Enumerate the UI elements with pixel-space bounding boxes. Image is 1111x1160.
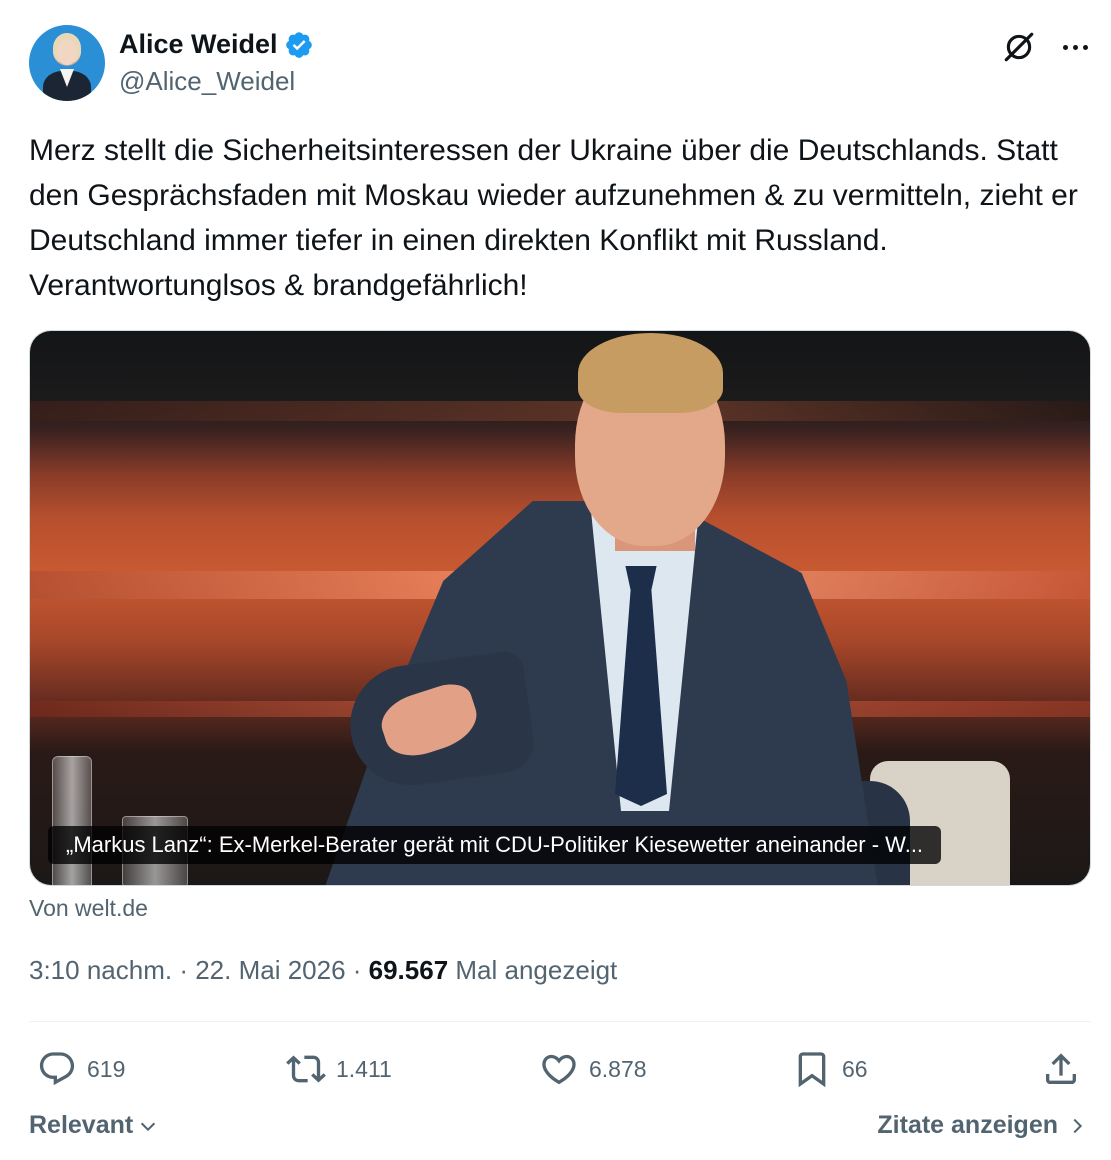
quotes-label: Zitate anzeigen bbox=[877, 1111, 1058, 1139]
share-icon bbox=[1046, 1053, 1076, 1084]
retweet-button[interactable]: 1.411 bbox=[286, 1044, 392, 1094]
author-block: Alice Weidel @Alice_Weidel bbox=[119, 29, 314, 97]
action-bar: 619 1.411 6.878 66 bbox=[29, 1044, 1091, 1094]
like-button[interactable]: 6.878 bbox=[539, 1044, 647, 1094]
link-card-title[interactable]: „Markus Lanz“: Ex-Merkel-Berater gerät m… bbox=[48, 826, 942, 864]
more-dot bbox=[1062, 44, 1068, 50]
view-quotes-link[interactable]: Zitate anzeigen bbox=[877, 1111, 1088, 1140]
views-count: 69.567 bbox=[368, 955, 449, 985]
sort-label: Relevant bbox=[29, 1111, 134, 1139]
tweet-header: Alice Weidel @Alice_Weidel bbox=[29, 25, 1091, 105]
author-display-name[interactable]: Alice Weidel bbox=[119, 29, 278, 60]
avatar[interactable] bbox=[29, 25, 105, 101]
verified-badge-icon[interactable] bbox=[284, 30, 314, 60]
water-carafe bbox=[52, 756, 92, 885]
like-icon bbox=[542, 1054, 576, 1085]
sort-replies-dropdown[interactable]: Relevant bbox=[29, 1111, 159, 1140]
share-button[interactable] bbox=[1041, 1044, 1081, 1094]
link-card-source[interactable]: Von welt.de bbox=[29, 895, 148, 922]
more-dot bbox=[1082, 44, 1088, 50]
retweet-icon bbox=[286, 1055, 326, 1083]
link-card-image bbox=[30, 331, 1090, 885]
bookmark-button[interactable]: 66 bbox=[792, 1044, 868, 1094]
tweet-text: Merz stellt die Sicherheitsinteressen de… bbox=[29, 134, 1078, 302]
tweet-date[interactable]: 22. Mai 2026 bbox=[195, 955, 345, 985]
grok-icon[interactable] bbox=[1002, 30, 1036, 64]
tweet-meta: 3:10 nachm. · 22. Mai 2026 · 69.567 Mal … bbox=[29, 955, 617, 986]
chevron-down-icon bbox=[141, 1122, 156, 1131]
studio-light-band bbox=[30, 401, 1090, 421]
meta-separator: · bbox=[345, 955, 369, 985]
bookmark-icon bbox=[798, 1052, 826, 1088]
reply-button[interactable]: 619 bbox=[37, 1044, 125, 1094]
bookmark-count: 66 bbox=[842, 1055, 868, 1082]
person-hair bbox=[578, 333, 723, 413]
tweet-time[interactable]: 3:10 nachm. bbox=[29, 955, 172, 985]
retweet-count: 1.411 bbox=[336, 1055, 392, 1082]
more-icon[interactable] bbox=[1059, 39, 1091, 55]
link-card[interactable]: „Markus Lanz“: Ex-Merkel-Berater gerät m… bbox=[29, 330, 1091, 886]
meta-separator: · bbox=[172, 955, 196, 985]
reply-count: 619 bbox=[87, 1055, 126, 1082]
reply-icon bbox=[39, 1052, 75, 1086]
more-dot bbox=[1072, 44, 1078, 50]
divider bbox=[29, 1021, 1091, 1022]
avatar-face bbox=[57, 39, 77, 65]
author-handle[interactable]: @Alice_Weidel bbox=[119, 66, 314, 97]
like-count: 6.878 bbox=[589, 1055, 647, 1082]
chevron-right-icon bbox=[1073, 1118, 1083, 1133]
author-name-row[interactable]: Alice Weidel bbox=[119, 29, 314, 60]
views-label: Mal angezeigt bbox=[448, 955, 618, 985]
